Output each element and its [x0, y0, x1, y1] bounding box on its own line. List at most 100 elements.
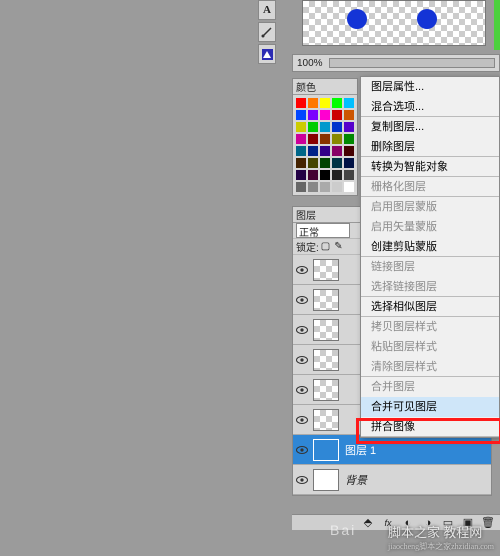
- swatches-panel: 颜色: [292, 78, 358, 196]
- context-menu-item[interactable]: 创建剪贴蒙版: [361, 237, 499, 257]
- color-swatch[interactable]: [320, 170, 330, 180]
- color-swatch[interactable]: [344, 182, 354, 192]
- color-swatch[interactable]: [332, 110, 342, 120]
- tool-button-2[interactable]: [258, 22, 276, 42]
- color-swatch[interactable]: [344, 158, 354, 168]
- layers-tab[interactable]: 图层: [296, 207, 316, 222]
- color-swatch[interactable]: [296, 134, 306, 144]
- color-swatch[interactable]: [308, 122, 318, 132]
- lock-brush-icon[interactable]: ✎: [334, 241, 342, 252]
- visibility-eye-icon[interactable]: [295, 323, 309, 337]
- color-swatch[interactable]: [344, 146, 354, 156]
- color-swatch[interactable]: [308, 134, 318, 144]
- context-menu-item[interactable]: 转换为智能对象: [361, 157, 499, 177]
- context-menu-item[interactable]: 拼合图像: [361, 417, 499, 437]
- tool-icon-3: [262, 49, 273, 60]
- color-swatch[interactable]: [320, 134, 330, 144]
- visibility-eye-icon[interactable]: [295, 263, 309, 277]
- blend-mode-select[interactable]: 正常: [296, 223, 350, 238]
- layer-item[interactable]: 图层 1: [293, 435, 491, 465]
- visibility-eye-icon[interactable]: [295, 473, 309, 487]
- color-swatch[interactable]: [308, 146, 318, 156]
- color-swatch[interactable]: [296, 182, 306, 192]
- context-menu-item: 启用矢量蒙版: [361, 217, 499, 237]
- color-swatch[interactable]: [320, 98, 330, 108]
- color-swatch[interactable]: [332, 158, 342, 168]
- swatch-grid: [293, 95, 357, 195]
- watermark-line1: 脚本之家 教程网: [388, 525, 482, 540]
- context-menu-item: 栅格化图层: [361, 177, 499, 197]
- layer-thumbnail[interactable]: [313, 469, 339, 491]
- path-tool-icon: [261, 26, 273, 38]
- color-swatch[interactable]: [332, 98, 342, 108]
- context-menu-item: 启用图层蒙版: [361, 197, 499, 217]
- color-swatch[interactable]: [296, 122, 306, 132]
- layer-thumbnail[interactable]: [313, 259, 339, 281]
- tool-button-3[interactable]: [258, 44, 276, 64]
- context-menu-item[interactable]: 图层属性...: [361, 77, 499, 97]
- color-swatch[interactable]: [332, 122, 342, 132]
- text-tool-label: A: [263, 4, 271, 16]
- link-layers-icon[interactable]: ⬘: [362, 517, 374, 529]
- color-swatch[interactable]: [344, 98, 354, 108]
- color-swatch[interactable]: [344, 110, 354, 120]
- color-swatch[interactable]: [332, 182, 342, 192]
- color-swatch[interactable]: [308, 170, 318, 180]
- color-swatch[interactable]: [296, 158, 306, 168]
- color-swatch[interactable]: [320, 146, 330, 156]
- visibility-eye-icon[interactable]: [295, 413, 309, 427]
- color-swatch[interactable]: [320, 122, 330, 132]
- color-swatch[interactable]: [296, 170, 306, 180]
- context-menu-item[interactable]: 合并可见图层: [361, 397, 499, 417]
- color-swatch[interactable]: [332, 146, 342, 156]
- lock-transparent-icon[interactable]: ▢: [321, 241, 330, 252]
- layer-thumbnail[interactable]: [313, 439, 339, 461]
- visibility-eye-icon[interactable]: [295, 353, 309, 367]
- color-swatch[interactable]: [308, 110, 318, 120]
- color-swatch[interactable]: [296, 98, 306, 108]
- horizontal-scrollbar[interactable]: [329, 58, 495, 68]
- layer-name[interactable]: 背景: [345, 472, 367, 488]
- color-swatch[interactable]: [332, 170, 342, 180]
- color-swatch[interactable]: [344, 134, 354, 144]
- color-swatch[interactable]: [332, 134, 342, 144]
- color-swatch[interactable]: [296, 110, 306, 120]
- color-swatch[interactable]: [344, 122, 354, 132]
- visibility-eye-icon[interactable]: [295, 443, 309, 457]
- layer-context-menu: 图层属性...混合选项...复制图层...删除图层转换为智能对象栅格化图层启用图…: [360, 76, 500, 438]
- canvas-content: [302, 0, 486, 46]
- layer-thumbnail[interactable]: [313, 379, 339, 401]
- layer-item[interactable]: 背景: [293, 465, 491, 495]
- visibility-eye-icon[interactable]: [295, 293, 309, 307]
- layer-name[interactable]: 图层 1: [345, 442, 376, 458]
- watermark-line2: jiaocheng脚本之家zhzidian.com: [388, 541, 494, 552]
- layer-thumbnail[interactable]: [313, 289, 339, 311]
- zoom-level[interactable]: 100%: [297, 58, 323, 69]
- layer-thumbnail[interactable]: [313, 319, 339, 341]
- lock-label: 锁定:: [296, 239, 319, 254]
- color-swatch[interactable]: [320, 110, 330, 120]
- layer-thumbnail[interactable]: [313, 349, 339, 371]
- context-menu-item: 合并图层: [361, 377, 499, 397]
- color-swatch[interactable]: [320, 182, 330, 192]
- swatches-tab[interactable]: 颜色: [293, 79, 357, 95]
- color-swatch[interactable]: [344, 170, 354, 180]
- blue-circle-shape: [347, 9, 367, 29]
- document-canvas[interactable]: [292, 0, 500, 54]
- layer-thumbnail[interactable]: [313, 409, 339, 431]
- color-swatch[interactable]: [308, 182, 318, 192]
- color-swatch[interactable]: [308, 98, 318, 108]
- watermark-site: 脚本之家 教程网 jiaocheng脚本之家zhzidian.com: [388, 522, 494, 552]
- color-swatch[interactable]: [308, 158, 318, 168]
- green-edge: [494, 0, 500, 50]
- context-menu-item[interactable]: 混合选项...: [361, 97, 499, 117]
- text-tool-button[interactable]: A: [258, 0, 276, 20]
- color-swatch[interactable]: [320, 158, 330, 168]
- context-menu-item[interactable]: 复制图层...: [361, 117, 499, 137]
- context-menu-item[interactable]: 选择相似图层: [361, 297, 499, 317]
- context-menu-item[interactable]: 删除图层: [361, 137, 499, 157]
- color-swatch[interactable]: [296, 146, 306, 156]
- visibility-eye-icon[interactable]: [295, 383, 309, 397]
- status-bar: 100%: [292, 54, 500, 72]
- watermark-baidu: Bai: [330, 522, 356, 542]
